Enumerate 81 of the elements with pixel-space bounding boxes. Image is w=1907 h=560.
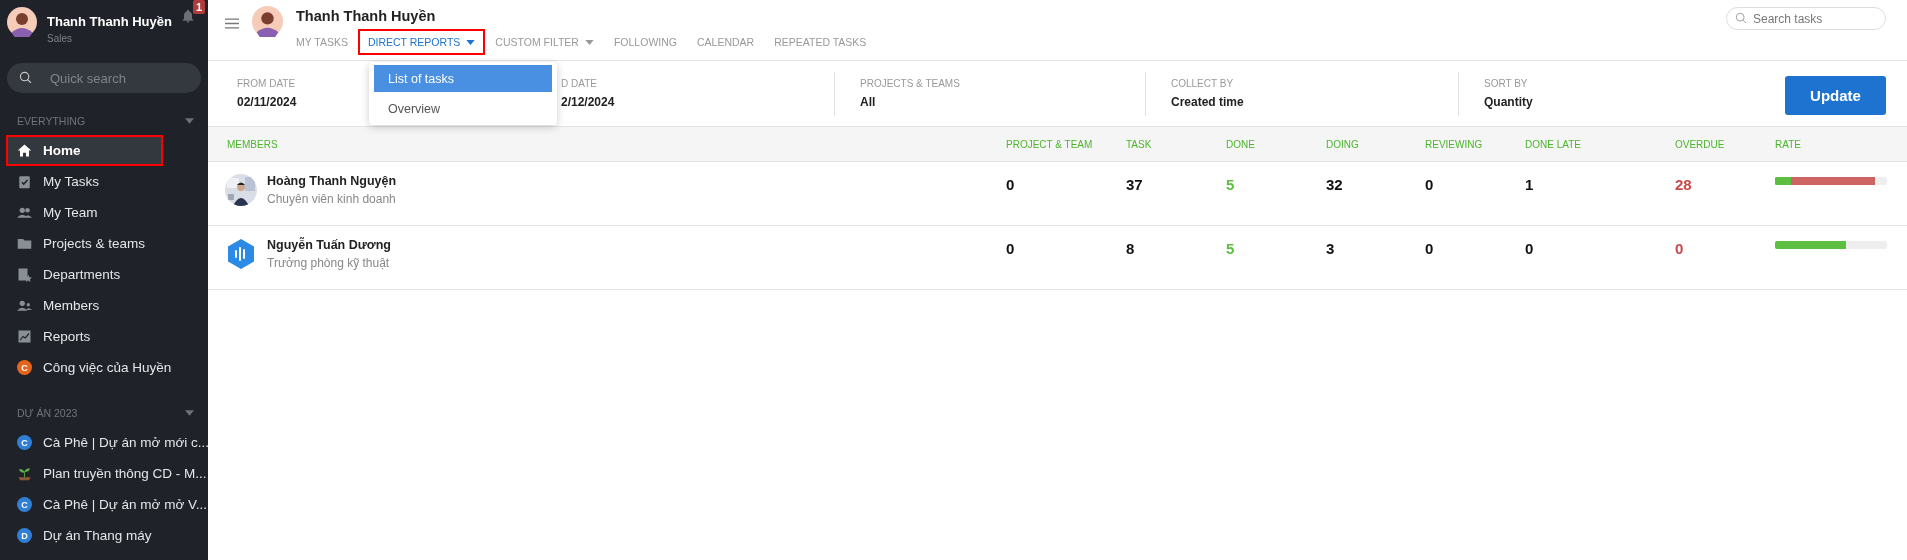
section-title: DỰ ÁN 2023: [17, 407, 78, 419]
chart-icon: [17, 329, 32, 344]
nav-item[interactable]: Reports: [0, 321, 208, 352]
member-name[interactable]: Hoàng Thanh Nguyện: [267, 174, 397, 188]
table-cell-text: 0: [1006, 176, 1016, 193]
nav-item[interactable]: C Cà Phê | Dự án mở mở V...: [0, 489, 208, 520]
bell-icon[interactable]: [180, 8, 196, 24]
table-cell-text: 0: [1675, 240, 1685, 257]
nav-item[interactable]: D Dự án Thang máy: [0, 520, 208, 551]
member-name[interactable]: Nguyễn Tuấn Dương: [267, 238, 391, 252]
filter-value[interactable]: Created time: [1171, 95, 1244, 109]
caret-icon[interactable]: [185, 410, 194, 416]
column-header: DOING: [1326, 138, 1360, 150]
people-icon: [17, 205, 32, 220]
column-header: DONE: [1226, 138, 1256, 150]
people-icon: [17, 298, 32, 313]
search-field[interactable]: Search tasks: [1726, 7, 1886, 30]
table-cell-text: 0: [1425, 240, 1435, 257]
filter-value[interactable]: 2/12/2024: [561, 95, 615, 109]
user-name: Thanh Thanh Huyền: [47, 14, 172, 29]
home-icon: [17, 143, 32, 158]
table-cell-text: 8: [1126, 240, 1136, 257]
section-title: EVERYTHING: [17, 115, 86, 127]
table-cell-text: 32: [1326, 176, 1344, 193]
tab[interactable]: DIRECT REPORTS: [357, 29, 486, 55]
folder-icon: [17, 236, 32, 251]
member-title: Chuyên viên kinh doanh: [267, 192, 397, 206]
project-badge: C: [17, 435, 32, 450]
member-title: Trưởng phòng kỹ thuật: [267, 256, 391, 270]
column-header: RATE: [1775, 138, 1802, 150]
table-cell-text: 0: [1006, 240, 1016, 257]
filter-label: D DATE: [561, 78, 597, 89]
column-header: DONE LATE: [1525, 138, 1582, 150]
table-cell-text: 5: [1226, 176, 1236, 193]
filter-label: SORT BY: [1484, 78, 1528, 89]
filter-label: PROJECTS & TEAMS: [860, 78, 960, 89]
table-cell-text: 0: [1425, 176, 1435, 193]
column-header: REVIEWING: [1425, 138, 1484, 150]
table-cell-text: 37: [1126, 176, 1144, 193]
column-header: PROJECT & TEAM: [1006, 138, 1094, 150]
nav-item[interactable]: C Cà Phê | Dự án mở mới c...: [0, 427, 208, 458]
column-header: TASK: [1126, 138, 1153, 150]
filter-value[interactable]: 02/11/2024: [237, 95, 297, 109]
filter-label: FROM DATE: [237, 78, 296, 89]
filter-value[interactable]: All: [860, 95, 876, 109]
user-name: Thanh Thanh Huyền: [296, 8, 437, 24]
project-badge: C: [17, 497, 32, 512]
nav-item[interactable]: Departments: [0, 259, 208, 290]
table-cell-text: 28: [1675, 176, 1693, 193]
nav-item[interactable]: My Tasks: [0, 166, 208, 197]
nav-item[interactable]: My Team: [0, 197, 208, 228]
table-cell-text: 5: [1226, 240, 1236, 257]
search-icon: [19, 71, 33, 85]
nav-item[interactable]: Members: [0, 290, 208, 321]
table-cell-text: 0: [1525, 240, 1535, 257]
user-role: Sales: [47, 33, 73, 44]
logo-icon: [225, 238, 257, 270]
table-cell-text: 1: [1525, 176, 1535, 193]
notification-badge: 1: [192, 0, 205, 14]
project-badge: D: [17, 528, 32, 543]
menu-icon[interactable]: [225, 18, 239, 29]
plant-icon: [17, 466, 32, 481]
caret-icon[interactable]: [185, 118, 194, 124]
avatar-icon: [7, 7, 37, 37]
nav-item[interactable]: Projects & teams: [0, 228, 208, 259]
document-star-icon: [17, 267, 32, 282]
column-header: MEMBERS: [226, 138, 279, 150]
nav-item[interactable]: C Công việc của Huyền: [0, 352, 208, 383]
update-button[interactable]: Update: [1785, 76, 1886, 115]
avatar-icon: [252, 6, 283, 37]
filter-value[interactable]: Quantity: [1484, 95, 1533, 109]
column-header: OVERDUE: [1675, 138, 1726, 150]
filter-label: COLLECT BY: [1171, 78, 1234, 89]
search-field[interactable]: Quick search: [7, 63, 201, 93]
nav-item[interactable]: Home: [6, 135, 163, 166]
clipboard-icon: [17, 174, 32, 189]
table-cell-text: 3: [1326, 240, 1336, 257]
search-icon: [1735, 12, 1748, 25]
nav-item[interactable]: Plan truyền thông CD - M...: [0, 458, 208, 489]
menu-item[interactable]: Overview: [374, 95, 552, 122]
project-badge: C: [17, 360, 32, 375]
